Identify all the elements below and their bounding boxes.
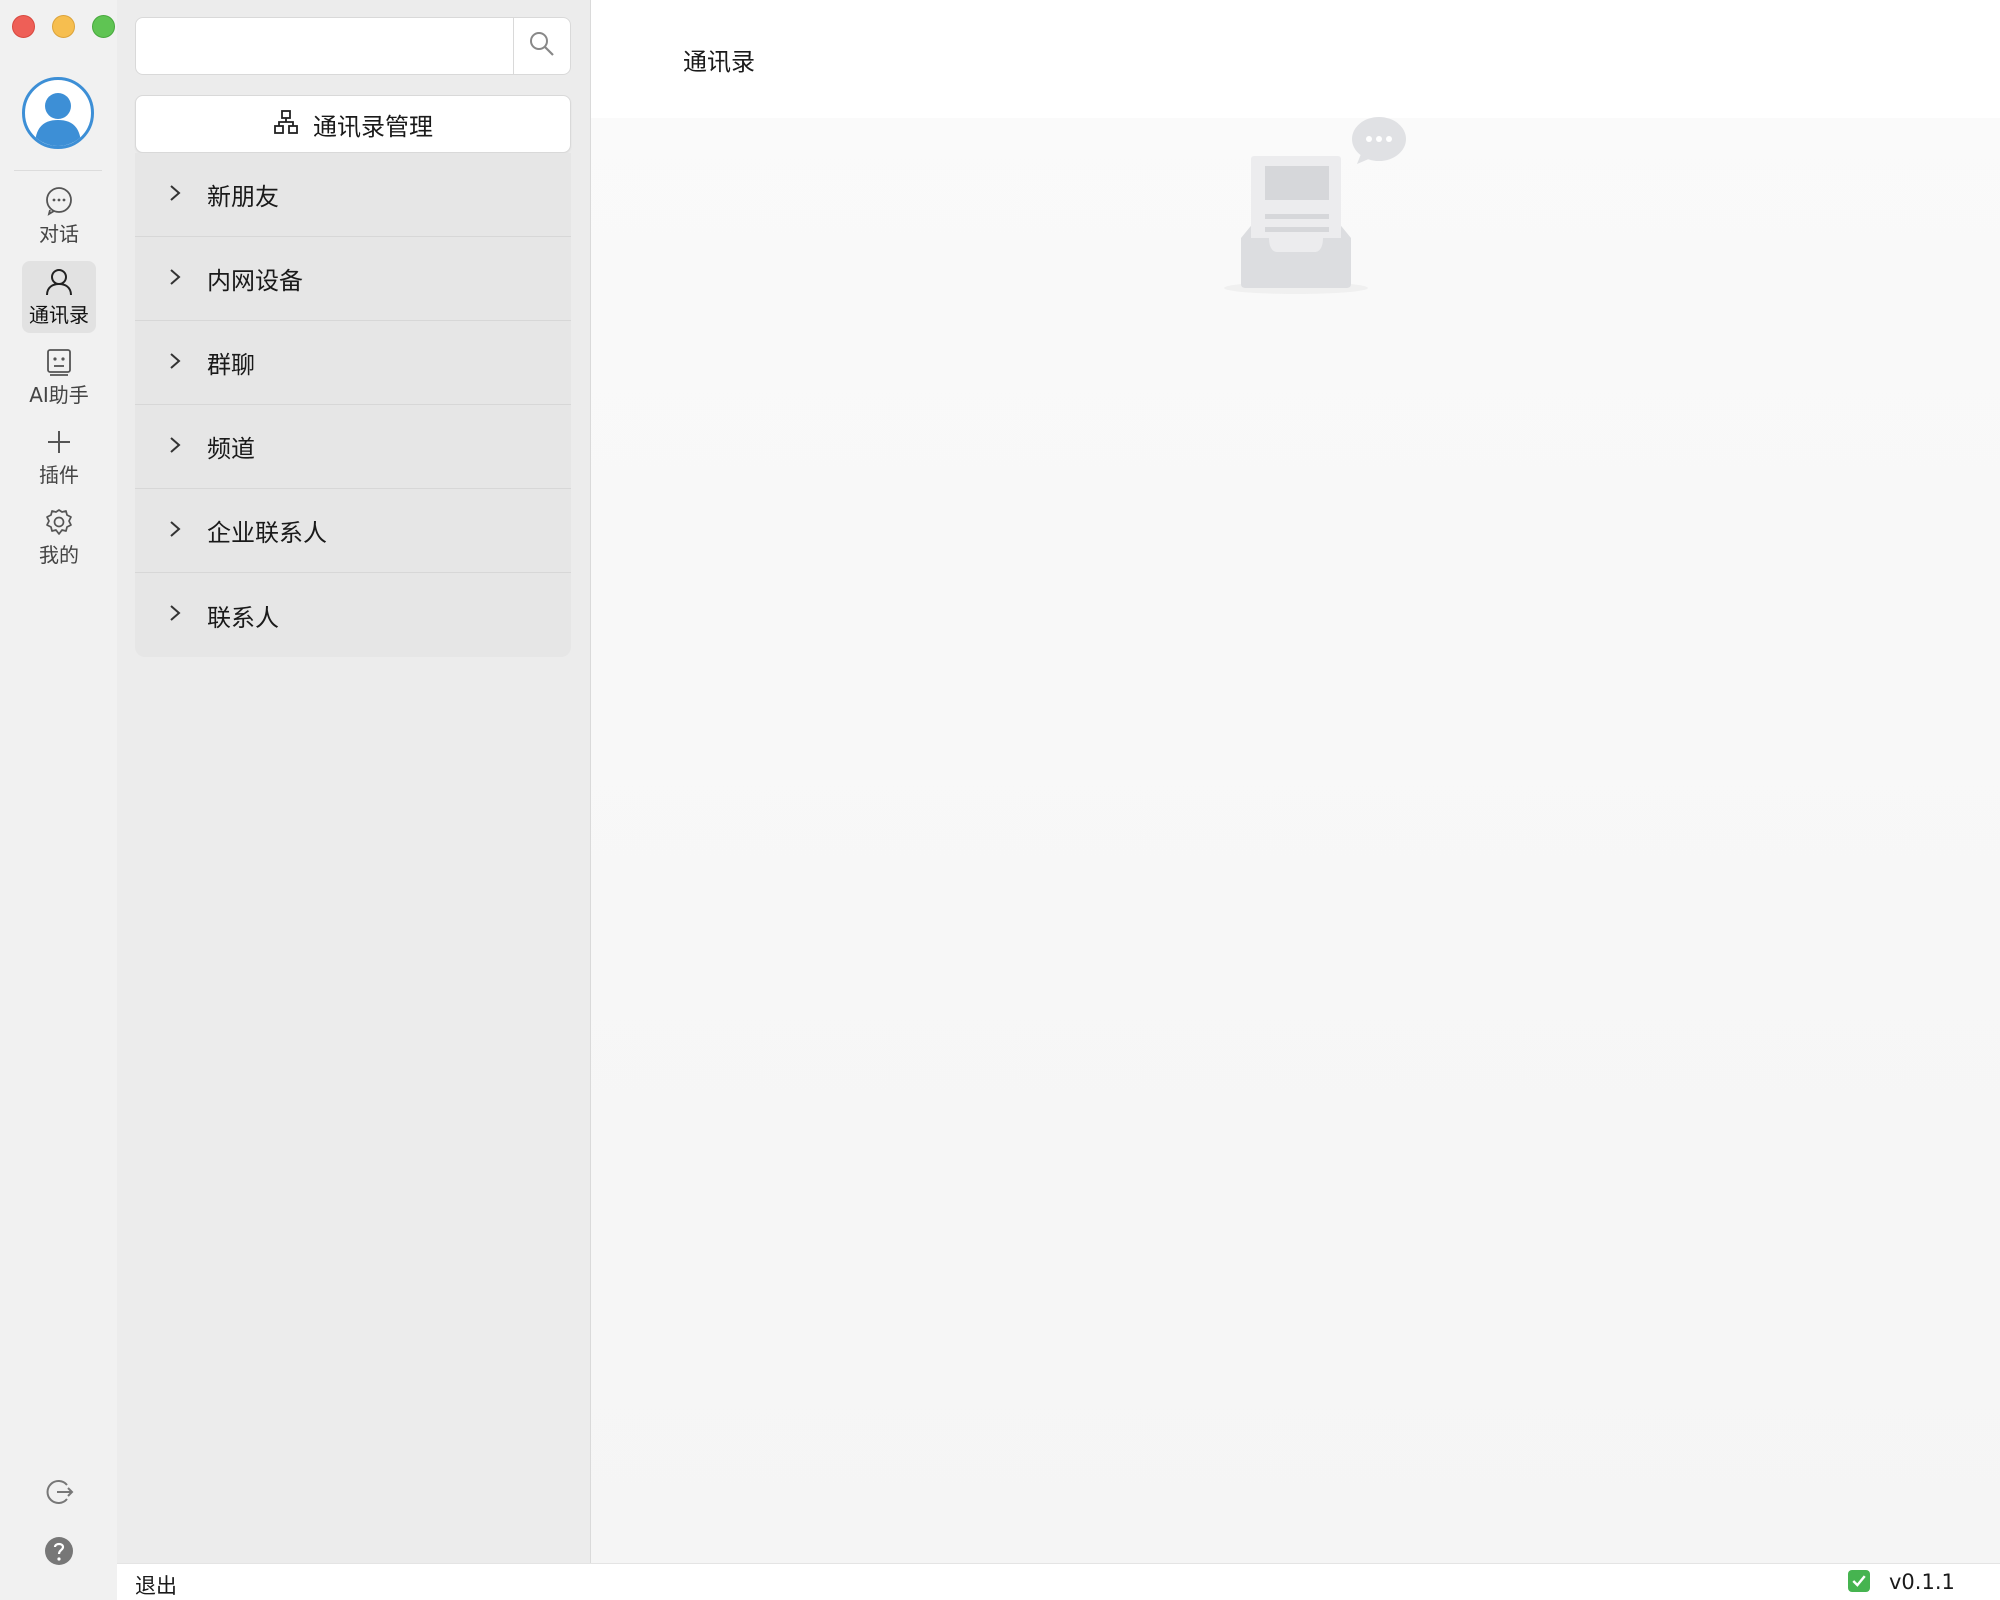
- left-rail: 对话 通讯录 AI助手 插件 我的: [0, 0, 117, 1600]
- logout-icon[interactable]: [43, 1476, 75, 1508]
- chevron-right-icon: [135, 519, 207, 543]
- help-icon[interactable]: [43, 1535, 75, 1567]
- chat-bubble-icon: [44, 186, 74, 216]
- status-bar: 退出 v0.1.1: [117, 1563, 2000, 1600]
- search-button[interactable]: [513, 18, 570, 74]
- nav-item-plugins[interactable]: 插件: [22, 421, 96, 493]
- nav-item-contacts[interactable]: 通讯录: [22, 261, 96, 333]
- search-icon: [528, 30, 556, 62]
- group-label: 群聊: [207, 351, 255, 379]
- search-box: [135, 17, 571, 75]
- group-enterprise-contacts[interactable]: 企业联系人: [135, 489, 571, 573]
- org-chart-icon: [273, 109, 299, 139]
- group-group-chats[interactable]: 群聊: [135, 321, 571, 405]
- nav-item-mine[interactable]: 我的: [22, 501, 96, 573]
- window-minimize-button[interactable]: [52, 15, 75, 38]
- nav-label-plugins: 插件: [39, 462, 79, 487]
- group-label: 联系人: [207, 603, 279, 632]
- contact-group-list: 新朋友 内网设备 群聊 频道 企业联系人 联系人: [135, 153, 571, 657]
- main-content: 通讯录: [591, 0, 2000, 1563]
- group-label: 内网设备: [207, 267, 303, 295]
- chevron-right-icon: [135, 603, 207, 627]
- group-label: 企业联系人: [207, 519, 327, 547]
- nav-item-ai[interactable]: AI助手: [22, 341, 96, 413]
- group-label: 频道: [207, 435, 255, 463]
- nav-item-chat[interactable]: 对话: [22, 180, 96, 252]
- group-new-friends[interactable]: 新朋友: [135, 153, 571, 237]
- version-label: v0.1.1: [1889, 1570, 1955, 1594]
- search-input[interactable]: [136, 18, 513, 74]
- chevron-right-icon: [135, 435, 207, 459]
- empty-inbox-icon: [1211, 112, 1411, 302]
- group-contacts[interactable]: 联系人: [135, 573, 571, 657]
- nav-label-mine: 我的: [39, 542, 79, 567]
- nav-label-chat: 对话: [39, 221, 79, 246]
- person-icon: [44, 267, 74, 297]
- group-channels[interactable]: 频道: [135, 405, 571, 489]
- chevron-right-icon: [135, 351, 207, 375]
- group-intranet-devices[interactable]: 内网设备: [135, 237, 571, 321]
- nav-label-contacts: 通讯录: [29, 302, 89, 327]
- gear-icon: [44, 507, 74, 537]
- contacts-panel: 通讯录管理 新朋友 内网设备 群聊 频道 企业联系人 联系人: [117, 0, 591, 1563]
- plus-icon: [44, 427, 74, 457]
- window-close-button[interactable]: [12, 15, 35, 38]
- user-avatar-icon[interactable]: [22, 77, 94, 149]
- chevron-right-icon: [135, 267, 207, 291]
- nav-label-ai: AI助手: [29, 382, 89, 407]
- rail-divider: [14, 170, 102, 171]
- group-label: 新朋友: [207, 183, 279, 211]
- robot-icon: [44, 347, 74, 377]
- contacts-manage-label: 通讯录管理: [313, 112, 433, 141]
- page-title: 通讯录: [683, 48, 755, 76]
- main-header: 通讯录: [591, 0, 2000, 118]
- window-zoom-button[interactable]: [92, 15, 115, 38]
- check-icon: [1848, 1570, 1870, 1592]
- contacts-manage-button[interactable]: 通讯录管理: [135, 95, 571, 153]
- chevron-right-icon: [135, 183, 207, 207]
- logout-link[interactable]: 退出: [135, 1570, 177, 1600]
